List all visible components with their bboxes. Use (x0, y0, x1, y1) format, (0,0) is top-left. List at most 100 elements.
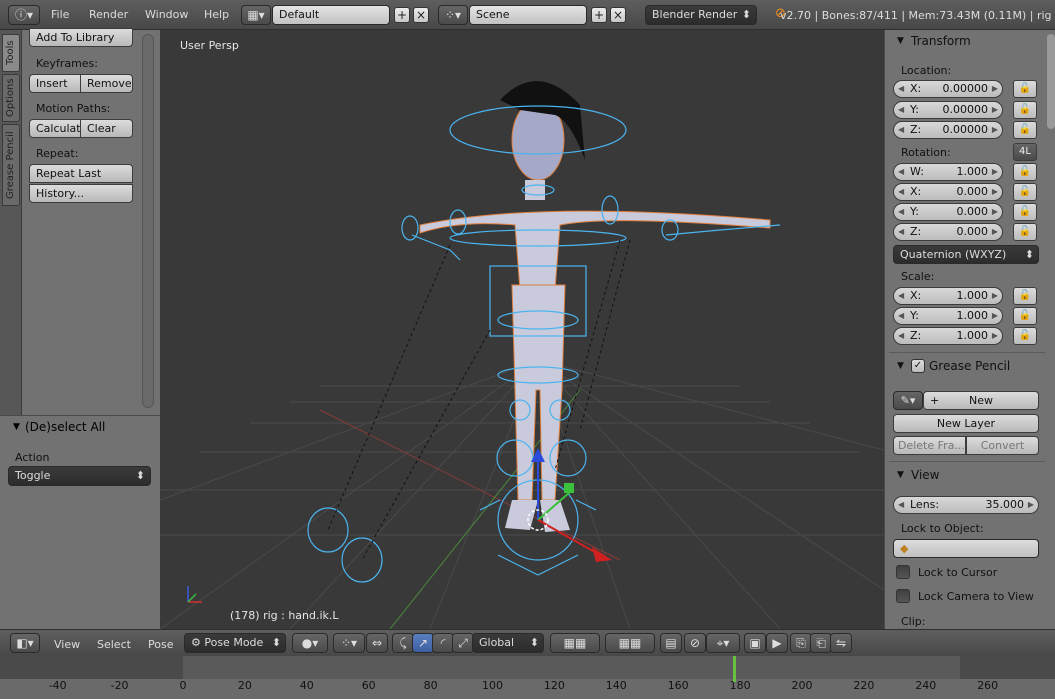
transform-panel-header[interactable]: ▼ Transform (885, 30, 1049, 52)
translate-icon[interactable]: ↗ (412, 633, 434, 653)
rotation-y-field[interactable]: ◀ Y: 0.000 ▶ (893, 203, 1003, 221)
tool-shelf-scrollbar[interactable] (142, 34, 154, 408)
lock-icon[interactable]: 🔓 (1013, 203, 1037, 221)
insert-keyframe-button[interactable]: Insert (29, 74, 81, 93)
lock-object-field[interactable]: ◆ (893, 539, 1039, 558)
add-layout-icon[interactable]: + (394, 7, 410, 23)
pose-library-icon[interactable]: ▤ (660, 633, 682, 653)
menu-pose[interactable]: Pose (148, 638, 173, 651)
editor-type-icon[interactable]: ◧▾ (10, 633, 40, 653)
lock-cursor-checkbox[interactable] (896, 565, 910, 579)
shading-icon[interactable]: ●▾ (292, 633, 328, 653)
menu-render[interactable]: Render (89, 8, 128, 21)
lock-icon[interactable]: 🔓 (1013, 287, 1037, 305)
layers-grid-2-icon[interactable]: ▦▦ (605, 633, 655, 653)
lock-camera-checkbox[interactable] (896, 589, 910, 603)
3d-viewport[interactable]: User Persp (178) rig : hand.ik.L (160, 30, 884, 629)
timeline-tick-label: 100 (482, 679, 503, 692)
collapse-triangle-icon[interactable]: ▼ (13, 422, 20, 432)
add-to-library-button[interactable]: Add To Library (29, 28, 133, 47)
location-y-field[interactable]: ◀ Y: 0.00000 ▶ (893, 101, 1003, 119)
axis-label: X: (910, 185, 922, 198)
scene-icon[interactable]: ⁘▾ (438, 5, 468, 25)
lens-field[interactable]: ◀ Lens: 35.000 ▶ (893, 496, 1039, 514)
delete-frame-button[interactable]: Delete Fra... (893, 436, 966, 455)
manipulator-toggle-icon[interactable]: ⤹ (392, 633, 414, 653)
manipulator-center-icon[interactable]: ⇔ (366, 633, 388, 653)
rotation-label: Rotation: (901, 146, 951, 159)
axis-label: Z: (910, 329, 922, 342)
view-label: User Persp (180, 39, 239, 52)
remove-layout-icon[interactable]: × (413, 7, 429, 23)
scene-field[interactable]: Scene (469, 5, 587, 25)
screen-layout-icon[interactable]: ▦▾ (241, 5, 271, 25)
tab-options[interactable]: Options (2, 74, 20, 122)
mode-select[interactable]: ⚙ Pose Mode ⬍ (184, 633, 286, 653)
view-panel-header[interactable]: ▼ View (885, 464, 1049, 486)
remove-scene-icon[interactable]: × (610, 7, 626, 23)
scale-x-field[interactable]: ◀ X: 1.000 ▶ (893, 287, 1003, 305)
action-select[interactable]: Toggle ⬍ (8, 466, 151, 486)
menu-view[interactable]: View (54, 638, 80, 651)
orientation-select[interactable]: Global ⬍ (472, 633, 544, 653)
lock-icon[interactable]: 🔓 (1013, 183, 1037, 201)
menu-select[interactable]: Select (97, 638, 131, 651)
repeat-last-button[interactable]: Repeat Last (29, 164, 133, 183)
pencil-icon[interactable]: ✎▾ (893, 391, 923, 410)
rotation-x-field[interactable]: ◀ X: 0.000 ▶ (893, 183, 1003, 201)
axis-label: W: (910, 165, 924, 178)
current-frame-indicator[interactable] (732, 656, 736, 682)
tab-tools[interactable]: Tools (2, 34, 20, 72)
lock-icon[interactable]: 🔓 (1013, 80, 1037, 98)
plus-icon: + (930, 394, 940, 407)
grease-pencil-panel-header[interactable]: ▼ ✓ Grease Pencil (885, 355, 1049, 377)
menu-help[interactable]: Help (204, 8, 229, 21)
lock-icon[interactable]: 🔓 (1013, 121, 1037, 139)
rotate-icon[interactable]: ◜ (432, 633, 454, 653)
scale-y-field[interactable]: ◀ Y: 1.000 ▶ (893, 307, 1003, 325)
screen-layout-field[interactable]: Default (272, 5, 390, 25)
rotation-mode-select[interactable]: Quaternion (WXYZ) ⬍ (893, 245, 1039, 264)
timeline-tick-label: 20 (237, 679, 252, 692)
lock-icon[interactable]: 🔓 (1013, 101, 1037, 119)
new-layer-button[interactable]: New Layer (893, 414, 1039, 433)
snap-icon[interactable]: ⌖▾ (706, 633, 740, 653)
copy-pose-icon[interactable]: ⎘ (790, 633, 812, 653)
axis-label: X: (910, 82, 922, 95)
location-z-field[interactable]: ◀ Z: 0.00000 ▶ (893, 121, 1003, 139)
rotation-4l-button[interactable]: 4L (1013, 143, 1037, 161)
scale-icon[interactable]: ⤢ (452, 633, 474, 653)
proportional-edit-icon[interactable]: ⊘ (684, 633, 706, 653)
history-button[interactable]: History... (29, 184, 133, 203)
lock-icon[interactable]: 🔓 (1013, 327, 1037, 345)
gp-new-button[interactable]: + New (923, 391, 1039, 410)
add-scene-icon[interactable]: + (591, 7, 607, 23)
paste-pose-icon[interactable]: ⎗ (810, 633, 832, 653)
rotation-z-field[interactable]: ◀ Z: 0.000 ▶ (893, 223, 1003, 241)
clear-paths-button[interactable]: Clear (80, 119, 133, 138)
render-still-icon[interactable]: ▣ (744, 633, 766, 653)
layers-grid-icon[interactable]: ▦▦ (550, 633, 600, 653)
editor-type-info-icon[interactable]: ⓘ▾ (8, 5, 40, 25)
collapse-triangle-icon: ▼ (897, 36, 904, 46)
lock-icon[interactable]: 🔓 (1013, 163, 1037, 181)
properties-scrollbar[interactable] (1047, 34, 1055, 129)
menu-file[interactable]: File (51, 8, 69, 21)
lock-icon[interactable]: 🔓 (1013, 223, 1037, 241)
checkmark-icon[interactable]: ✓ (911, 359, 925, 373)
location-x-field[interactable]: ◀ X: 0.00000 ▶ (893, 80, 1003, 98)
pivot-icon[interactable]: ⁘▾ (333, 633, 365, 653)
scale-z-field[interactable]: ◀ Z: 1.000 ▶ (893, 327, 1003, 345)
render-engine-select[interactable]: Blender Render ⬍ (645, 5, 757, 25)
rotation-w-field[interactable]: ◀ W: 1.000 ▶ (893, 163, 1003, 181)
render-anim-icon[interactable]: ▶ (766, 633, 788, 653)
lock-camera-label: Lock Camera to View (918, 590, 1034, 603)
remove-keyframe-button[interactable]: Remove (80, 74, 133, 93)
paste-flipped-pose-icon[interactable]: ⇋ (830, 633, 852, 653)
calculate-paths-button[interactable]: Calculat (29, 119, 81, 138)
menu-window[interactable]: Window (145, 8, 188, 21)
timeline[interactable]: -40 -20 0 20 40 60 80 100 120 140 160 180 200 220 240 2… (0, 656, 1055, 699)
convert-button[interactable]: Convert (966, 436, 1039, 455)
tab-grease-pencil[interactable]: Grease Pencil (2, 124, 20, 206)
lock-icon[interactable]: 🔓 (1013, 307, 1037, 325)
